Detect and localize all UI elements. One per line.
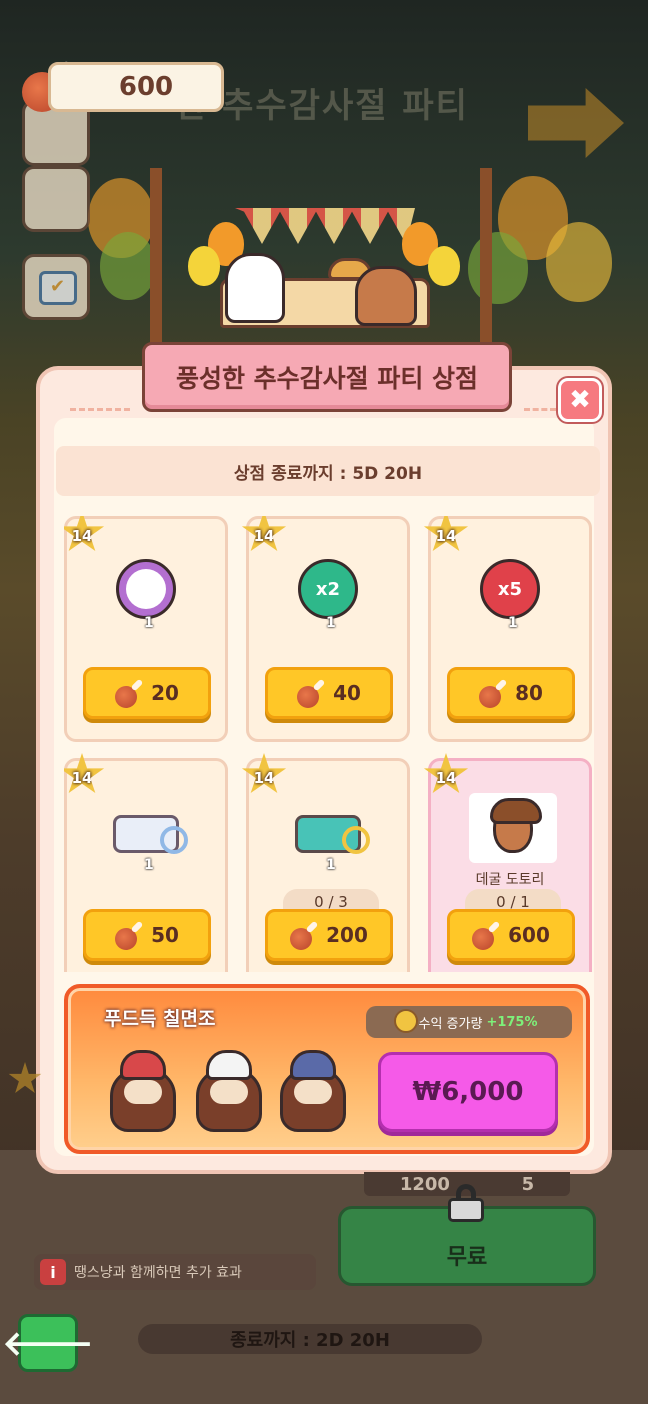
turkey-cat-icon xyxy=(192,1044,266,1136)
boost-multiplier: x2 xyxy=(315,578,341,600)
close-icon: ✖ xyxy=(569,385,591,415)
level-star-icon: 14 xyxy=(241,753,287,794)
event-timer: 종료까지 : 2D 20H xyxy=(138,1324,482,1354)
shop-item-grid: 14 1 20 14 x2 1 40 14 x5 1 80 14 1 50 14 1 0 / 3 200 14 데굴 … xyxy=(64,516,592,972)
side-shop-button[interactable] xyxy=(22,166,90,232)
locked-value: 5 xyxy=(521,1173,535,1195)
info-icon[interactable]: i xyxy=(40,1259,66,1285)
side-calendar-button[interactable] xyxy=(22,254,90,320)
drumstick-icon xyxy=(472,920,502,950)
shop-item-card[interactable]: 14 1 0 / 3 200 xyxy=(241,753,410,972)
shop-modal: 풍성한 추수감사절 파티 상점 ✖ 상점 종료까지 : 5D 20H 14 1 20… xyxy=(36,342,612,1174)
level-star-icon: 14 xyxy=(64,753,105,794)
bonus-label: 수익 증가량 xyxy=(418,1016,483,1032)
shop-title: 풍성한 추수감사절 파티 상점 xyxy=(142,342,512,412)
level-star-icon: 14 xyxy=(423,753,469,794)
teal-ticket-box-icon xyxy=(295,815,370,854)
price-value: 600 xyxy=(508,923,550,947)
price-value: 50 xyxy=(151,923,179,947)
info-text: 땡스냥과 함께하면 추가 효과 xyxy=(74,1265,242,1281)
bonus-value: +175% xyxy=(486,1014,538,1030)
shop-item-card[interactable]: 14 x2 1 40 xyxy=(241,516,410,742)
drumstick-icon xyxy=(115,920,145,950)
calendar-icon xyxy=(39,271,77,305)
item-quantity: 1 xyxy=(144,857,154,873)
coin-up-icon xyxy=(394,1009,418,1033)
buy-button[interactable]: 40 xyxy=(265,667,393,719)
boost-multiplier: x5 xyxy=(497,578,523,600)
blue-ticket-box-icon xyxy=(113,815,188,854)
price-value: 40 xyxy=(333,681,361,705)
x5-boost-icon: x5 xyxy=(480,559,540,619)
bonus-info-strip: i 땡스냥과 함께하면 추가 효과 xyxy=(34,1254,316,1290)
item-quantity: 1 xyxy=(144,615,154,631)
clock-coin-icon xyxy=(116,559,176,619)
close-button[interactable]: ✖ xyxy=(558,378,602,422)
party-stall-illustration xyxy=(150,168,495,343)
item-quantity: 1 xyxy=(508,615,518,631)
buy-button[interactable]: 20 xyxy=(83,667,211,719)
drumstick-icon xyxy=(479,678,509,708)
currency-counter: 600 xyxy=(48,62,224,112)
shop-item-card[interactable]: 14 1 20 xyxy=(64,516,228,742)
item-name: 데굴 도토리 xyxy=(475,872,545,888)
level-star-icon: 14 xyxy=(423,516,469,552)
divider xyxy=(524,408,556,411)
item-level: 14 xyxy=(71,769,93,787)
drumstick-icon xyxy=(297,678,327,708)
price-value: 80 xyxy=(515,681,543,705)
buy-button[interactable]: 200 xyxy=(265,909,393,961)
item-quantity: 1 xyxy=(326,857,336,873)
balloon-icon xyxy=(100,232,156,300)
locked-value: 1200 xyxy=(399,1173,450,1195)
buy-button[interactable]: 600 xyxy=(447,909,575,961)
level-star-icon: 14 xyxy=(64,516,105,552)
income-bonus-badge: 수익 증가량 +175% xyxy=(366,1006,572,1038)
item-level: 14 xyxy=(253,527,275,545)
shop-timer: 상점 종료까지 : 5D 20H xyxy=(56,446,600,496)
package-buy-button[interactable]: ₩6,000 xyxy=(378,1052,558,1132)
item-level: 14 xyxy=(435,527,457,545)
price-value: 20 xyxy=(151,681,179,705)
buy-button[interactable]: 50 xyxy=(83,909,211,961)
balloon-icon xyxy=(546,222,612,302)
lock-icon xyxy=(448,1184,484,1222)
shop-item-card[interactable]: 14 x5 1 80 xyxy=(423,516,592,742)
turkey-cat-icon xyxy=(276,1044,350,1136)
divider xyxy=(70,408,130,411)
acorn-costume-icon xyxy=(469,793,557,863)
package-offer: 푸드득 칠면조 수익 증가량 +175% ₩6,000 xyxy=(64,984,590,1154)
item-quantity: 1 xyxy=(326,615,336,631)
item-level: 14 xyxy=(435,769,457,787)
drumstick-icon xyxy=(290,920,320,950)
x2-boost-icon: x2 xyxy=(298,559,358,619)
shop-item-card[interactable]: 14 1 50 xyxy=(64,753,228,972)
back-button[interactable]: 🡐 xyxy=(2,1314,94,1372)
price-value: 200 xyxy=(326,923,368,947)
level-star-icon: 14 xyxy=(241,516,287,552)
buy-button[interactable]: 80 xyxy=(447,667,575,719)
back-arrow-icon: 🡐 xyxy=(2,1323,94,1364)
item-level: 14 xyxy=(71,527,93,545)
item-level: 14 xyxy=(253,769,275,787)
turkey-cat-icon xyxy=(106,1044,180,1136)
shop-item-card[interactable]: 14 데굴 도토리 0 / 1 600 xyxy=(423,753,592,972)
package-title: 푸드득 칠면조 xyxy=(104,1008,216,1030)
drumstick-icon xyxy=(115,678,145,708)
